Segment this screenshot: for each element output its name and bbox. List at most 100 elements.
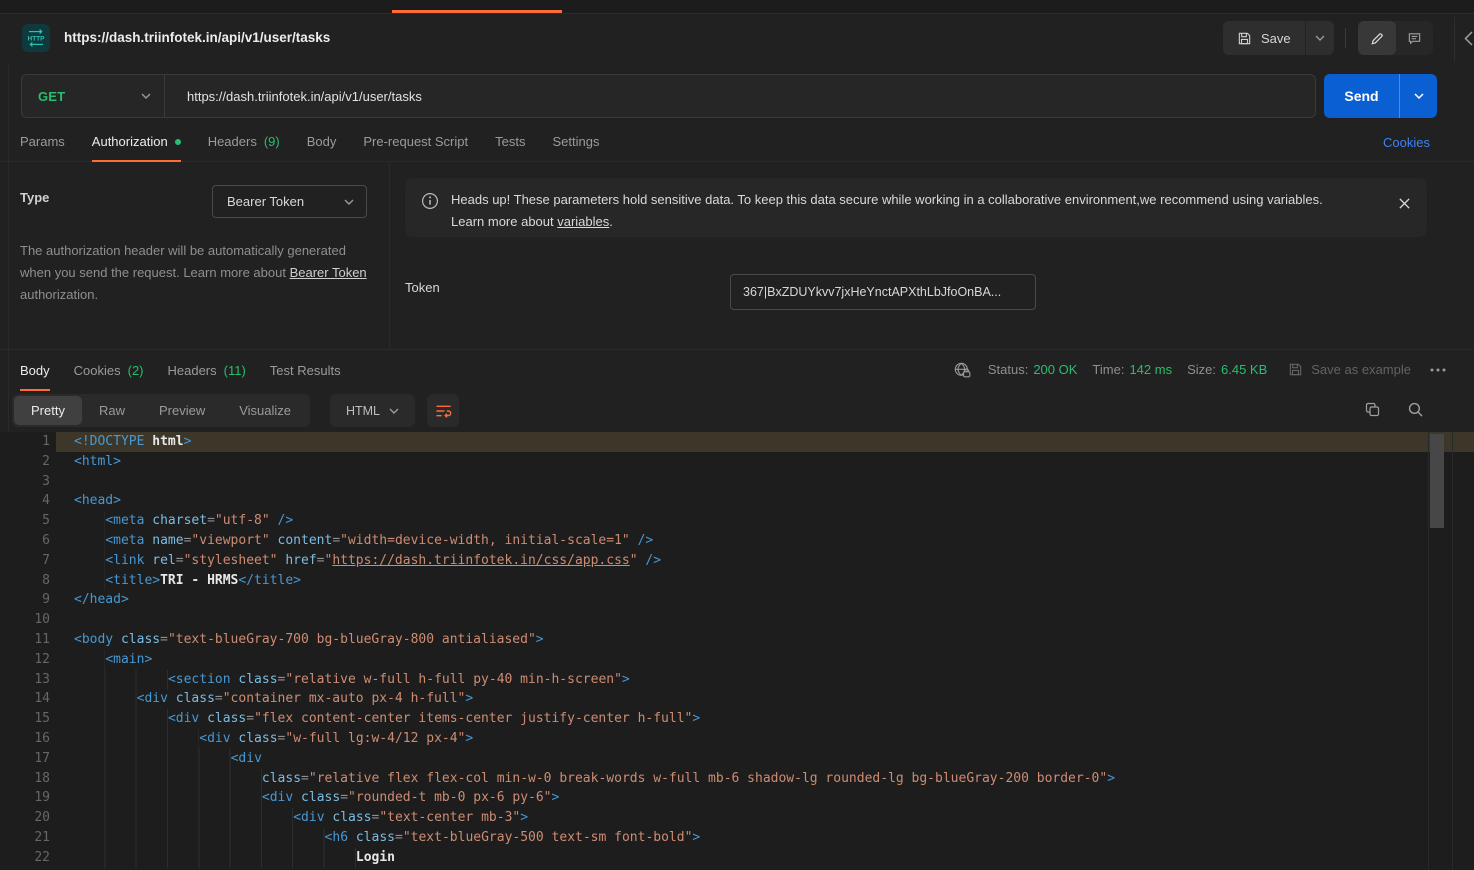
code-line: 15<div class="flex content-center items-… [0,709,1474,729]
response-tab-headers[interactable]: Headers (11) [168,350,246,390]
code-line: 8<title>TRI - HRMS</title> [0,571,1474,591]
time-pair: Time: 142 ms [1092,362,1172,377]
indent-guides [74,828,325,848]
indent-guides [74,670,168,690]
auth-type-value: Bearer Token [227,194,304,209]
cookies-link[interactable]: Cookies [1383,122,1430,162]
code-line-number: 6 [0,531,50,551]
tab-params[interactable]: Params [20,122,65,161]
tab-headers[interactable]: Headers (9) [208,122,280,161]
active-tab-underline [92,160,181,162]
code-line-number: 14 [0,689,50,709]
indent-guides [74,551,105,571]
save-options-button[interactable] [1305,21,1334,55]
status-label: Status: [988,362,1028,377]
code-line: 20<div class="text-center mb-3"> [0,808,1474,828]
copy-response-button[interactable] [1364,401,1381,418]
tab-settings[interactable]: Settings [552,122,599,161]
response-toolbar: Pretty Raw Preview Visualize HTML [0,391,1474,432]
size-pair: Size: 6.45 KB [1187,362,1267,377]
more-actions-icon[interactable] [1430,368,1446,372]
code-line: 7<link rel="stylesheet" href="https://da… [0,551,1474,571]
save-icon [1237,31,1252,46]
response-body-code[interactable]: 1<!DOCTYPE html>2<html>34<head>5<meta ch… [0,432,1474,870]
code-line-number: 20 [0,808,50,828]
view-visualize[interactable]: Visualize [222,396,308,425]
code-line: 14<div class="container mx-auto px-4 h-f… [0,689,1474,709]
save-button-group: Save [1223,21,1334,55]
request-tabs: Params Authorization Headers (9) Body Pr… [0,122,1474,162]
request-title: https://dash.triinfotek.in/api/v1/user/t… [64,30,330,45]
active-request-tab-indicator [392,10,562,13]
search-icon [1407,401,1424,418]
view-preview[interactable]: Preview [142,396,222,425]
indent-guides [74,511,105,531]
auth-type-select[interactable]: Bearer Token [212,185,367,218]
request-url-bar: GET https://dash.triinfotek.in/api/v1/us… [21,74,1316,118]
indent-guides [74,848,356,868]
url-input[interactable]: https://dash.triinfotek.in/api/v1/user/t… [187,89,422,104]
url-separator [164,75,165,117]
tab-body[interactable]: Body [307,122,337,161]
indent-guides [74,769,262,789]
view-raw[interactable]: Raw [82,396,142,425]
code-line: 10 [0,610,1474,630]
code-line-number: 12 [0,650,50,670]
code-line: 6<meta name="viewport" content="width=de… [0,531,1474,551]
save-button[interactable]: Save [1223,21,1305,55]
tab-pre-request-script[interactable]: Pre-request Script [363,122,468,161]
save-as-example-button[interactable]: Save as example [1288,362,1411,377]
send-button[interactable]: Send [1324,74,1399,118]
code-line: 17<div [0,749,1474,769]
code-line: 3 [0,472,1474,492]
response-tab-test-results[interactable]: Test Results [270,350,341,390]
chevron-left-icon[interactable] [1464,31,1473,46]
method-selector[interactable]: GET [22,89,164,104]
time-value: 142 ms [1129,362,1172,377]
network-lock-icon[interactable] [953,361,971,379]
language-select[interactable]: HTML [330,394,415,427]
http-badge-label: HTTP [28,35,46,42]
indent-guides [74,531,105,551]
banner-close-button[interactable] [1393,192,1415,214]
code-line: 18class="relative flex flex-col min-w-0 … [0,769,1474,789]
bearer-token-link[interactable]: Bearer Token [290,265,367,280]
code-line: 5<meta charset="utf-8" /> [0,511,1474,531]
wrap-text-icon [435,404,452,418]
wrap-lines-button[interactable] [427,394,459,427]
http-method-badge-icon: HTTP [22,24,50,52]
tab-tests[interactable]: Tests [495,122,525,161]
search-response-button[interactable] [1407,401,1424,418]
header-icon-group [1358,21,1433,55]
code-gutter-border [1428,432,1429,870]
code-line-number: 8 [0,571,50,591]
code-line: 22Login [0,848,1474,868]
size-label: Size: [1187,362,1216,377]
code-line: 19<div class="rounded-t mb-0 px-6 py-6"> [0,788,1474,808]
comment-button[interactable] [1396,21,1433,55]
send-button-group: Send [1324,74,1437,118]
variables-link[interactable]: variables [557,214,609,229]
copy-icon [1364,401,1381,418]
close-icon [1398,197,1411,210]
code-line-number: 5 [0,511,50,531]
code-line-number: 9 [0,590,50,610]
code-line-number: 22 [0,848,50,868]
response-tab-cookies[interactable]: Cookies (2) [74,350,144,390]
edit-request-button[interactable] [1358,21,1396,55]
code-line-number: 16 [0,729,50,749]
type-label: Type [20,190,49,205]
banner-line2: Learn more about variables. [451,211,1323,233]
code-scrollbar-thumb[interactable] [1430,434,1444,528]
indent-guides [74,749,231,769]
send-options-button[interactable] [1399,74,1437,118]
response-meta: Status: 200 OK Time: 142 ms Size: 6.45 K… [953,349,1446,390]
tab-authorization[interactable]: Authorization [92,122,181,161]
code-line: 1<!DOCTYPE html> [0,432,1474,452]
token-input[interactable]: 367|BxZDUYkvv7jxHeYnctAPXthLbJfoOnBA... [730,274,1036,310]
banner-text: Heads up! These parameters hold sensitiv… [451,186,1323,229]
code-line-number: 1 [0,432,50,452]
response-tab-body[interactable]: Body [20,350,50,390]
view-pretty[interactable]: Pretty [14,396,82,425]
code-line: 11<body class="text-blueGray-700 bg-blue… [0,630,1474,650]
